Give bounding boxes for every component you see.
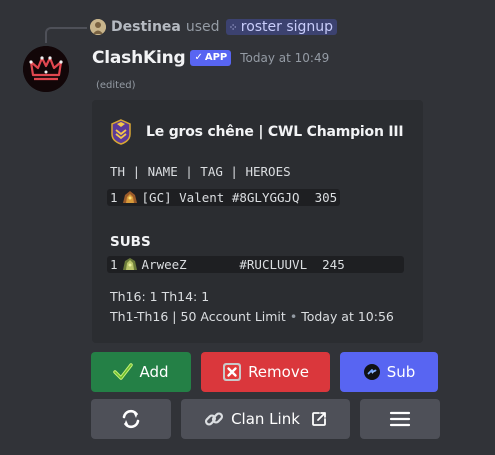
check-mark-icon (113, 362, 134, 382)
row-text: [GC] Valent #8GLYGGJQ 305 (141, 190, 338, 205)
hamburger-menu-icon (389, 408, 411, 430)
footer-text: Th1-Th16 | 50 Account Limit (110, 309, 286, 324)
menu-button[interactable] (360, 399, 440, 439)
cross-mark-icon (222, 362, 242, 382)
add-label: Add (139, 363, 169, 381)
sub-label: Sub (386, 363, 416, 381)
app-tag-label: APP (204, 52, 228, 63)
town-hall-icon (122, 258, 137, 270)
row-text: ArweeZ #RUCLUUVL 245 (141, 257, 345, 272)
footer-separator: • (289, 309, 298, 324)
remove-button[interactable]: Remove (201, 352, 330, 392)
edited-label: (edited) (96, 80, 136, 91)
bot-username[interactable]: ClashKing (92, 48, 186, 68)
reply-reference[interactable]: Destinea used ⁘ roster signup (90, 15, 338, 39)
remove-label: Remove (248, 363, 309, 381)
row-number: 1 (110, 190, 118, 205)
table-header: TH | NAME | TAG | HEROES (110, 164, 291, 179)
refresh-button[interactable] (91, 399, 171, 439)
message-header: ClashKing ✓ APP Today at 10:49 (92, 44, 329, 72)
league-badge-icon (111, 119, 131, 145)
table-row: 1 [GC] Valent #8GLYGGJQ 305 (107, 189, 341, 206)
subs-heading: SUBS (110, 234, 151, 250)
footer-timestamp: Today at 10:56 (301, 309, 394, 324)
embed-header: Le gros chêne | CWL Champion III (110, 119, 404, 145)
roster-embed: Le gros chêne | CWL Champion III TH | NA… (92, 100, 423, 343)
swap-icon (363, 363, 381, 381)
app-tag: ✓ APP (190, 50, 232, 66)
clan-link-label: Clan Link (231, 410, 300, 428)
th-counts: Th16: 1 Th14: 1 (110, 289, 210, 304)
external-link-icon (310, 410, 328, 428)
refresh-icon (120, 408, 142, 430)
table-row: 1 ArweeZ #RUCLUUVL 245 (107, 256, 404, 273)
link-icon (203, 408, 225, 430)
embed-footer: Th1-Th16 | 50 Account Limit • Today at 10:… (110, 309, 394, 324)
bot-avatar[interactable] (23, 46, 69, 92)
town-hall-icon (122, 191, 137, 203)
command-name: roster signup (240, 19, 334, 35)
user-avatar[interactable] (90, 19, 106, 35)
reply-username[interactable]: Destinea (111, 19, 181, 35)
sub-button[interactable]: Sub (340, 352, 438, 392)
crown-icon (23, 46, 69, 92)
slash-command-chip[interactable]: ⁘ roster signup (225, 19, 338, 35)
add-button[interactable]: Add (91, 352, 191, 392)
check-icon: ✓ (194, 52, 203, 63)
app-command-icon: ⁘ (228, 20, 238, 34)
embed-title: Le gros chêne | CWL Champion III (146, 124, 404, 140)
reply-used-text: used (185, 19, 220, 35)
clan-link-button[interactable]: Clan Link (181, 399, 350, 439)
reply-spine (45, 27, 87, 43)
message-timestamp[interactable]: Today at 10:49 (240, 51, 329, 65)
row-number: 1 (110, 257, 118, 272)
